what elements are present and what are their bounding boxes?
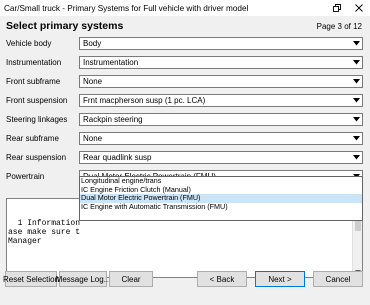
next-button[interactable]: Next > [255, 271, 305, 287]
page-heading: Select primary systems [6, 20, 124, 32]
combo-value: Body [83, 39, 102, 48]
combo-value: None [83, 77, 103, 86]
combo-value: Rear quadlink susp [83, 153, 152, 162]
window-title: Car/Small truck - Primary Systems for Fu… [4, 3, 249, 13]
chevron-down-icon[interactable] [351, 152, 362, 163]
chevron-down-icon[interactable] [351, 76, 362, 87]
reset-selection-button[interactable]: Reset Selection [3, 271, 59, 287]
combo-value: Instrumentation [83, 58, 139, 67]
rear-subframe-combo[interactable]: None [79, 132, 363, 145]
combo-value: None [83, 134, 103, 143]
message-log-button[interactable]: Message Log... [56, 271, 110, 287]
label-rear-subframe: Rear subframe [6, 134, 59, 143]
dropdown-option[interactable]: IC Engine with Automatic Transmission (F… [80, 202, 362, 212]
chevron-down-icon[interactable] [351, 114, 362, 125]
front-suspension-combo[interactable]: Frnt macpherson susp (1 pc. LCA) [79, 94, 363, 107]
log-line: 1 Information [8, 219, 81, 228]
clear-button[interactable]: Clear [109, 271, 153, 287]
steering-linkages-combo[interactable]: Rackpin steering [79, 113, 363, 126]
rear-suspension-combo[interactable]: Rear quadlink susp [79, 151, 363, 164]
page-indicator: Page 3 of 12 [316, 22, 362, 31]
chevron-down-icon[interactable] [351, 95, 362, 106]
back-button[interactable]: < Back [197, 271, 247, 287]
label-vehicle-body: Vehicle body [6, 39, 52, 48]
combo-value: Rackpin steering [83, 115, 143, 124]
label-powertrain: Powertrain [6, 172, 45, 181]
label-steering-linkages: Steering linkages [6, 115, 68, 124]
combo-value: Frnt macpherson susp (1 pc. LCA) [83, 96, 206, 105]
chevron-down-icon[interactable] [351, 57, 362, 68]
title-bar: Car/Small truck - Primary Systems for Fu… [0, 0, 370, 16]
chevron-down-icon[interactable] [351, 38, 362, 49]
log-line: Manager [8, 237, 42, 246]
powertrain-dropdown-list: Longitudinal engine/trans IC Engine Fric… [79, 176, 363, 221]
dialog-body: Select primary systems Page 3 of 12 Vehi… [0, 16, 370, 305]
vehicle-body-combo[interactable]: Body [79, 37, 363, 50]
log-line: ase make sure t [8, 228, 81, 237]
label-rear-suspension: Rear suspension [6, 153, 67, 162]
label-instrumentation: Instrumentation [6, 58, 62, 67]
label-front-subframe: Front subframe [6, 77, 61, 86]
cancel-button[interactable]: Cancel [313, 271, 363, 287]
label-front-suspension: Front suspension [6, 96, 68, 105]
instrumentation-combo[interactable]: Instrumentation [79, 56, 363, 69]
restore-icon[interactable] [326, 0, 348, 16]
close-icon[interactable] [348, 0, 370, 16]
front-subframe-combo[interactable]: None [79, 75, 363, 88]
chevron-down-icon[interactable] [351, 133, 362, 144]
